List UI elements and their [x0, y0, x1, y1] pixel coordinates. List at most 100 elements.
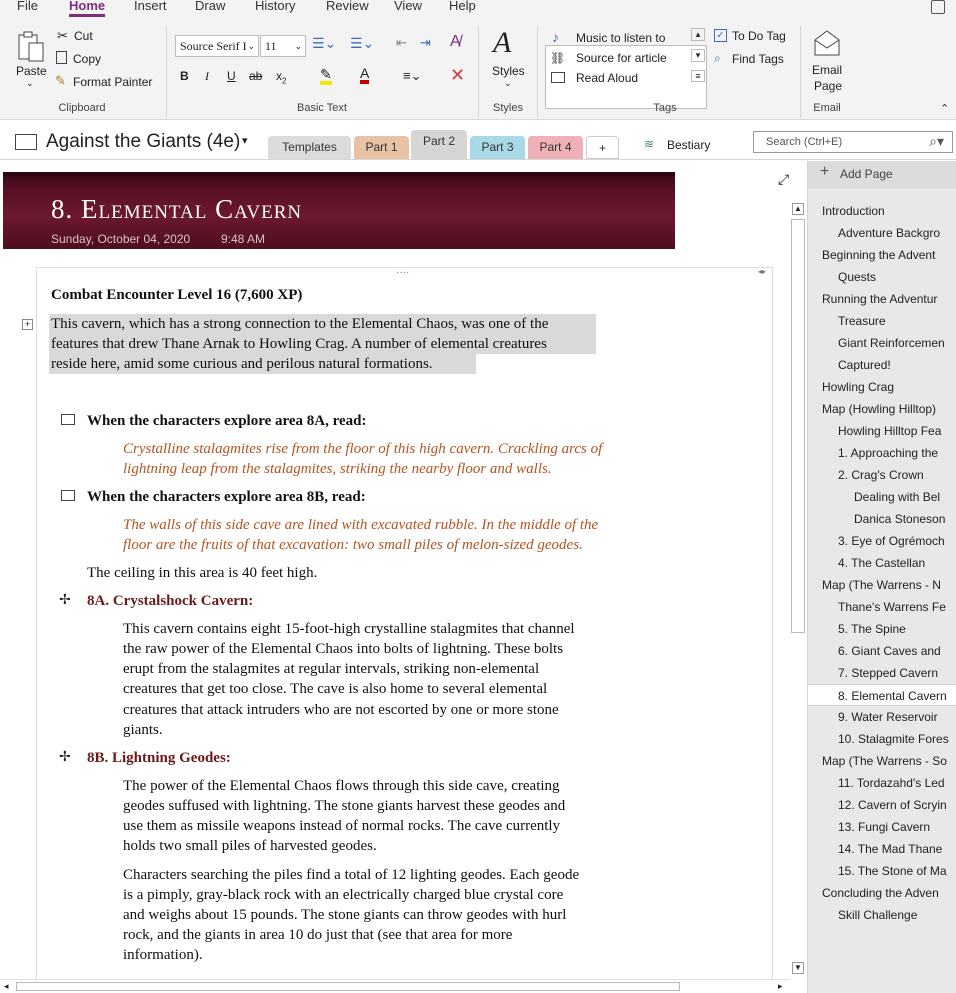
page-item[interactable]: Treasure: [808, 310, 956, 332]
styles-button[interactable]: Styles: [492, 64, 525, 78]
font-color-icon[interactable]: A: [360, 66, 370, 84]
section-tab-part4[interactable]: Part 4: [528, 136, 583, 159]
italic-button[interactable]: I: [205, 69, 209, 84]
email-page-button[interactable]: [812, 28, 842, 58]
page-item[interactable]: Quests: [808, 266, 956, 288]
paste-label[interactable]: Paste: [16, 64, 47, 78]
page-item[interactable]: Dealing with Bel: [808, 486, 956, 508]
page-item[interactable]: Thane's Warrens Fe: [808, 596, 956, 618]
tags-scroll-up-icon[interactable]: ▴: [691, 28, 705, 41]
bullets-icon[interactable]: ☰⌄: [312, 35, 336, 52]
page-item[interactable]: Map (The Warrens - So: [808, 750, 956, 772]
hscroll-thumb[interactable]: [16, 982, 680, 991]
cut-button[interactable]: Cut: [74, 29, 93, 43]
tab-view[interactable]: View: [394, 0, 422, 13]
search-input[interactable]: Search (Ctrl+E) ⌕▾: [753, 131, 953, 153]
tab-home[interactable]: Home: [69, 0, 106, 17]
page-item[interactable]: Introduction: [808, 200, 956, 222]
font-family-select[interactable]: Source Serif I ⌄: [175, 35, 259, 57]
scrollbar-thumb[interactable]: [791, 219, 805, 633]
page-item[interactable]: Adventure Backgro: [808, 222, 956, 244]
tag-music[interactable]: Music to listen to: [576, 31, 665, 45]
page-item[interactable]: 12. Cavern of Scryin: [808, 794, 956, 816]
page-item[interactable]: 7. Stepped Cavern: [808, 662, 956, 684]
section-group-bestiary[interactable]: Bestiary: [667, 138, 710, 152]
scroll-down-icon[interactable]: ▼: [792, 962, 804, 974]
bold-button[interactable]: B: [180, 69, 189, 83]
page-item[interactable]: 13. Fungi Cavern: [808, 816, 956, 838]
chevron-down-icon[interactable]: ▾: [242, 134, 248, 147]
scroll-up-icon[interactable]: ▲: [792, 203, 804, 215]
page-item[interactable]: 2. Crag's Crown: [808, 464, 956, 486]
tags-scroll-down-icon[interactable]: ▾: [691, 49, 705, 62]
scroll-left-icon[interactable]: ◂: [4, 981, 9, 992]
collapse-ribbon-icon[interactable]: ⌃: [940, 102, 949, 115]
tab-file[interactable]: File: [17, 0, 38, 13]
page-item[interactable]: 5. The Spine: [808, 618, 956, 640]
page-item[interactable]: Skill Challenge: [808, 904, 956, 926]
page-item[interactable]: Howling Hilltop Fea: [808, 420, 956, 442]
page-title[interactable]: 8. Elemental Cavern: [51, 194, 302, 225]
email-label-line2[interactable]: Page: [814, 79, 842, 93]
page-vertical-scrollbar[interactable]: ▲ ▼: [790, 203, 806, 976]
container-drag-handle[interactable]: ····: [396, 267, 409, 278]
chevron-down-icon[interactable]: ⌄: [504, 78, 512, 89]
page-canvas[interactable]: 8. Elemental Cavern Sunday, October 04, …: [0, 161, 806, 980]
add-page-button[interactable]: + Add Page: [808, 161, 956, 189]
expand-outline-icon[interactable]: +: [22, 319, 33, 330]
email-label-line1[interactable]: Email: [812, 63, 842, 77]
font-size-select[interactable]: 11 ⌄: [260, 35, 306, 57]
tab-insert[interactable]: Insert: [134, 0, 167, 13]
page-item[interactable]: 11. Tordazahd's Led: [808, 772, 956, 794]
page-horizontal-scrollbar[interactable]: ◂ ▸: [0, 979, 790, 993]
section-tab-part1[interactable]: Part 1: [354, 136, 409, 159]
paste-dropdown-icon[interactable]: ⌄: [26, 78, 34, 89]
numbering-icon[interactable]: ☰⌄: [350, 35, 374, 52]
tag-read-aloud[interactable]: Read Aloud: [576, 71, 638, 85]
underline-button[interactable]: U: [227, 69, 236, 83]
page-item[interactable]: Captured!: [808, 354, 956, 376]
window-restore-icon[interactable]: [931, 0, 945, 14]
container-resize-handle[interactable]: ◂▸: [758, 267, 766, 276]
strikethrough-button[interactable]: ab: [249, 69, 262, 83]
styles-icon[interactable]: A: [493, 26, 511, 60]
decrease-indent-icon[interactable]: ⇤: [396, 35, 407, 51]
page-item[interactable]: Map (The Warrens - N: [808, 574, 956, 596]
subscript-button[interactable]: x2: [276, 69, 286, 85]
page-item-selected[interactable]: 8. Elemental Cavern: [808, 684, 956, 706]
to-do-tag-button[interactable]: To Do Tag: [732, 29, 786, 43]
expand-icon[interactable]: ⤢: [778, 171, 789, 188]
tab-review[interactable]: Review: [326, 0, 369, 13]
tab-history[interactable]: History: [255, 0, 295, 13]
page-item[interactable]: 10. Stalagmite Fores: [808, 728, 956, 750]
page-item[interactable]: Danica Stoneson: [808, 508, 956, 530]
page-item[interactable]: Giant Reinforcemen: [808, 332, 956, 354]
tab-help[interactable]: Help: [449, 0, 476, 13]
page-item[interactable]: 6. Giant Caves and: [808, 640, 956, 662]
tag-source[interactable]: Source for article: [576, 51, 667, 65]
section-tab-templates[interactable]: Templates: [268, 136, 351, 159]
page-item[interactable]: 3. Eye of Ogrémoch: [808, 530, 956, 552]
format-painter-button[interactable]: Format Painter: [73, 75, 152, 89]
page-item[interactable]: 1. Approaching the: [808, 442, 956, 464]
notebook-title[interactable]: Against the Giants (4e): [46, 131, 240, 153]
page-item[interactable]: 4. The Castellan: [808, 552, 956, 574]
page-item[interactable]: Running the Adventur: [808, 288, 956, 310]
search-icon[interactable]: ⌕▾: [929, 131, 944, 151]
copy-button[interactable]: Copy: [73, 52, 101, 66]
page-item[interactable]: Map (Howling Hilltop): [808, 398, 956, 420]
page-item[interactable]: Howling Crag: [808, 376, 956, 398]
page-item[interactable]: Beginning the Advent: [808, 244, 956, 266]
highlight-icon[interactable]: ✎: [320, 67, 332, 85]
page-item[interactable]: 9. Water Reservoir: [808, 706, 956, 728]
find-tags-button[interactable]: Find Tags: [732, 52, 784, 66]
section-tab-part2[interactable]: Part 2: [411, 130, 467, 159]
align-icon[interactable]: ≡⌄: [403, 68, 421, 84]
tab-draw[interactable]: Draw: [195, 0, 225, 13]
page-item[interactable]: 14. The Mad Thane: [808, 838, 956, 860]
scroll-right-icon[interactable]: ▸: [778, 981, 783, 992]
page-item[interactable]: 15. The Stone of Ma: [808, 860, 956, 882]
increase-indent-icon[interactable]: ⇥: [420, 35, 431, 51]
tags-more-icon[interactable]: ≡: [691, 70, 705, 82]
section-tab-part3[interactable]: Part 3: [470, 136, 525, 159]
